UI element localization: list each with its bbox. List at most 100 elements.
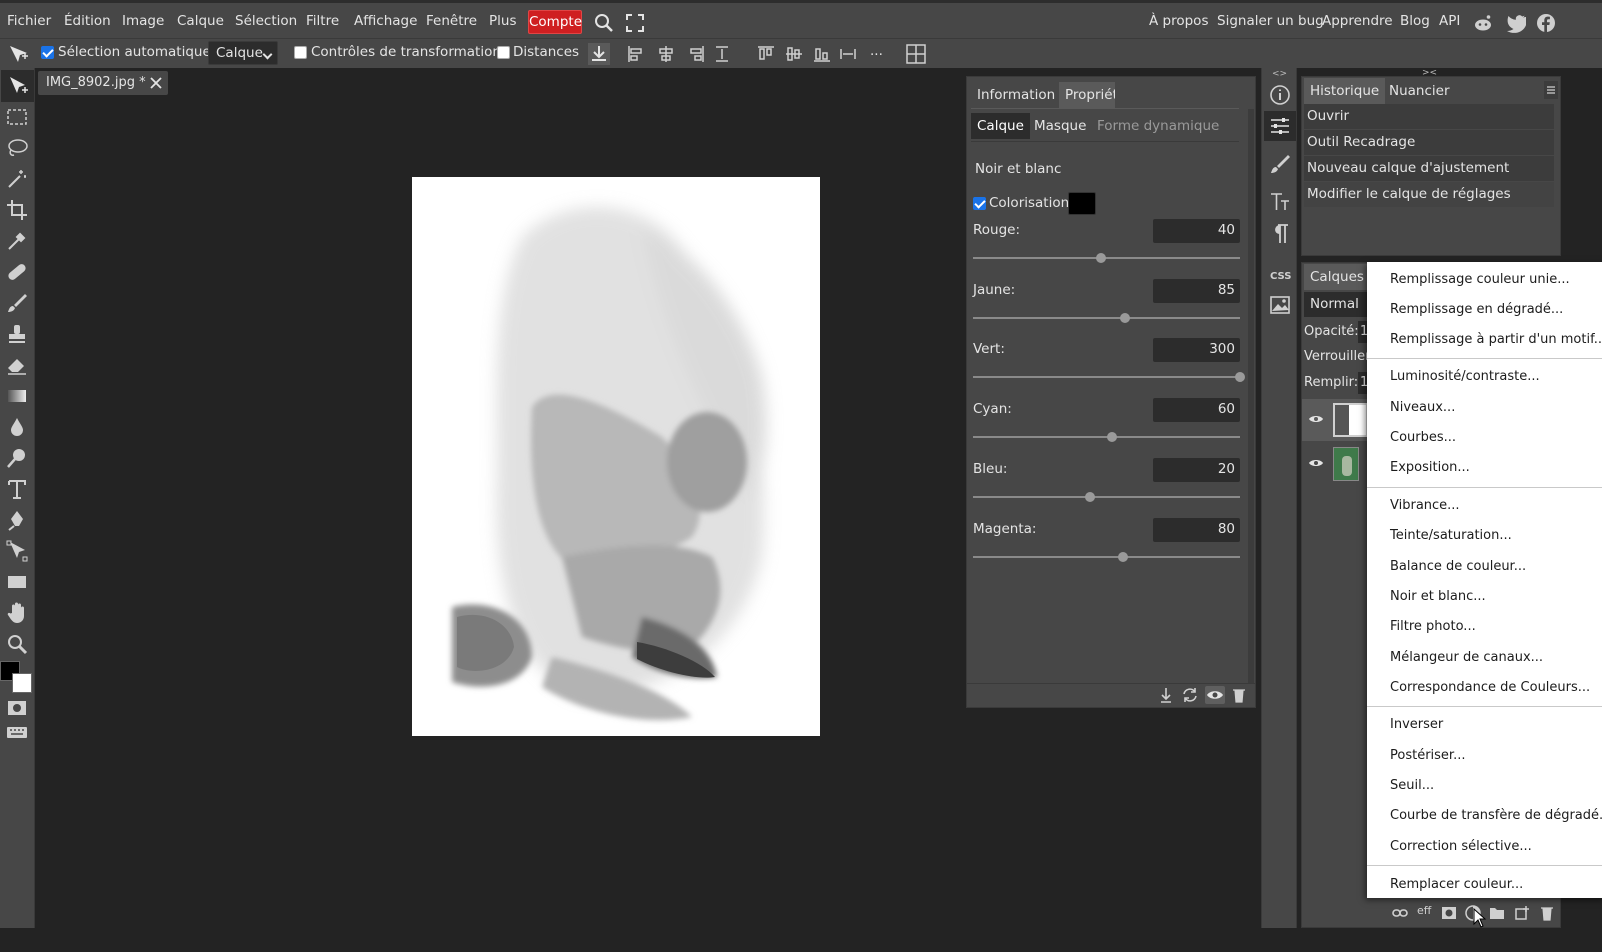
tab-swatches[interactable]: Nuancier [1383, 78, 1456, 104]
slider-value-input[interactable]: 40 [1153, 219, 1240, 243]
blur-tool-icon[interactable] [5, 415, 29, 439]
add-mask-icon[interactable] [1441, 906, 1457, 920]
character-icon[interactable] [1268, 190, 1292, 214]
menu-item-brightness-contrast[interactable]: Luminosité/contraste... [1390, 369, 1540, 384]
slider-track[interactable] [973, 492, 1240, 502]
menu-item-solid-fill[interactable]: Remplissage couleur unie... [1390, 272, 1570, 287]
eyedropper-tool-icon[interactable] [5, 229, 29, 253]
menu-item-invert[interactable]: Inverser [1390, 717, 1443, 732]
menu-select[interactable]: Sélection [235, 13, 297, 29]
history-entry[interactable]: Nouveau calque d'ajustement [1304, 156, 1554, 181]
slider-thumb[interactable] [1106, 432, 1117, 442]
slider-track[interactable] [973, 552, 1240, 562]
align-right-icon[interactable] [686, 44, 706, 64]
properties-sliders-icon[interactable] [1264, 111, 1296, 141]
tab-information[interactable]: Information [971, 82, 1061, 108]
move-tool[interactable] [1, 70, 34, 102]
account-button[interactable]: Compte [528, 10, 582, 34]
close-icon[interactable] [149, 76, 163, 90]
lasso-tool-icon[interactable] [5, 136, 29, 160]
slider-thumb[interactable] [1085, 492, 1096, 502]
align-top-icon[interactable] [756, 44, 776, 64]
healing-tool-icon[interactable] [5, 260, 29, 284]
document-tab[interactable]: IMG_8902.jpg * [38, 71, 168, 95]
menu-item-color-lookup[interactable]: Correspondance de Couleurs... [1390, 680, 1590, 695]
clip-down-icon[interactable] [1158, 687, 1174, 703]
image-library-icon[interactable] [1268, 293, 1292, 317]
info-icon[interactable] [1268, 83, 1292, 107]
subtab-dynamic-shape[interactable]: Forme dynamique [1091, 113, 1225, 139]
menu-item-threshold[interactable]: Seuil... [1390, 778, 1434, 793]
paragraph-icon[interactable] [1268, 222, 1292, 246]
distribute-h-icon[interactable] [712, 44, 732, 64]
slider-track[interactable] [973, 253, 1240, 263]
new-layer-icon[interactable] [1514, 905, 1530, 921]
menu-item-replace-color[interactable]: Remplacer couleur... [1390, 877, 1523, 892]
menu-item-hue-saturation[interactable]: Teinte/saturation... [1390, 528, 1512, 543]
more-options[interactable]: ... [870, 43, 883, 59]
menu-item-color-balance[interactable]: Balance de couleur... [1390, 559, 1526, 574]
path-select-tool-icon[interactable] [5, 539, 29, 563]
slider-value-input[interactable]: 85 [1153, 279, 1240, 303]
menu-file[interactable]: Fichier [7, 13, 51, 29]
distribute-v-icon[interactable] [838, 44, 858, 64]
menu-item-levels[interactable]: Niveaux... [1390, 400, 1455, 415]
menu-item-selective-color[interactable]: Correction sélective... [1390, 839, 1532, 854]
menu-item-posterize[interactable]: Postériser... [1390, 748, 1465, 763]
slider-thumb[interactable] [1120, 313, 1131, 323]
api-link[interactable]: API [1439, 13, 1460, 29]
menu-item-black-white[interactable]: Noir et blanc... [1390, 589, 1486, 604]
learn-link[interactable]: Apprendre [1322, 13, 1393, 29]
align-bottom-icon[interactable] [812, 44, 832, 64]
facebook-icon[interactable] [1536, 13, 1556, 33]
colorize-checkbox[interactable] [973, 197, 986, 210]
twitter-icon[interactable] [1506, 13, 1526, 33]
target-select[interactable]: Calque [208, 41, 278, 65]
slider-track[interactable] [973, 432, 1240, 442]
eraser-tool-icon[interactable] [5, 353, 29, 377]
image-canvas[interactable] [412, 177, 820, 736]
tab-properties[interactable]: Propriétés [1059, 82, 1115, 108]
collapse-left-icon[interactable]: <> [1272, 69, 1287, 79]
pen-tool-icon[interactable] [5, 508, 29, 532]
distances-checkbox[interactable] [497, 46, 510, 59]
menu-filter[interactable]: Filtre [306, 13, 339, 29]
menu-item-photo-filter[interactable]: Filtre photo... [1390, 619, 1476, 634]
css-icon[interactable]: CSS [1268, 263, 1292, 287]
menu-item-gradient-map[interactable]: Courbe de transfère de dégradé... [1390, 808, 1602, 823]
keyboard-icon[interactable] [5, 720, 29, 744]
visibility-eye-icon[interactable] [1308, 456, 1324, 470]
subtab-mask[interactable]: Masque [1028, 113, 1092, 139]
history-entry[interactable]: Ouvrir [1304, 104, 1554, 129]
dodge-tool-icon[interactable] [5, 446, 29, 470]
collapse-right-icon[interactable]: >< [1422, 68, 1437, 78]
report-bug-link[interactable]: Signaler un bug [1217, 13, 1324, 29]
trash-icon[interactable] [1231, 687, 1247, 703]
tab-history[interactable]: Historique [1304, 78, 1386, 104]
panel-menu-icon[interactable] [1544, 81, 1558, 99]
brush-settings-icon[interactable] [1268, 152, 1292, 176]
slider-thumb[interactable] [1235, 372, 1245, 382]
search-icon[interactable] [594, 13, 614, 33]
slider-track[interactable] [973, 372, 1245, 382]
rectangle-tool-icon[interactable] [5, 570, 29, 594]
menu-item-vibrance[interactable]: Vibrance... [1390, 498, 1460, 513]
grid-icon[interactable] [905, 43, 927, 65]
gradient-tool-icon[interactable] [5, 384, 29, 408]
blend-mode-select[interactable]: Normal [1304, 292, 1374, 317]
align-left-icon[interactable] [626, 44, 646, 64]
align-center-h-icon[interactable] [656, 44, 676, 64]
fullscreen-icon[interactable] [626, 14, 644, 32]
slider-value-input[interactable]: 60 [1153, 398, 1240, 422]
crop-tool-icon[interactable] [5, 198, 29, 222]
align-middle-icon[interactable] [784, 44, 804, 64]
effects-icon[interactable]: eff [1417, 904, 1431, 917]
magic-wand-tool-icon[interactable] [5, 167, 29, 191]
reddit-icon[interactable] [1473, 13, 1493, 33]
text-tool-icon[interactable] [5, 477, 29, 501]
layer-row-image[interactable] [1302, 443, 1368, 485]
download-icon[interactable] [588, 43, 610, 65]
quick-mask-icon[interactable] [5, 696, 29, 720]
slider-thumb[interactable] [1117, 552, 1128, 562]
menu-image[interactable]: Image [122, 13, 164, 29]
